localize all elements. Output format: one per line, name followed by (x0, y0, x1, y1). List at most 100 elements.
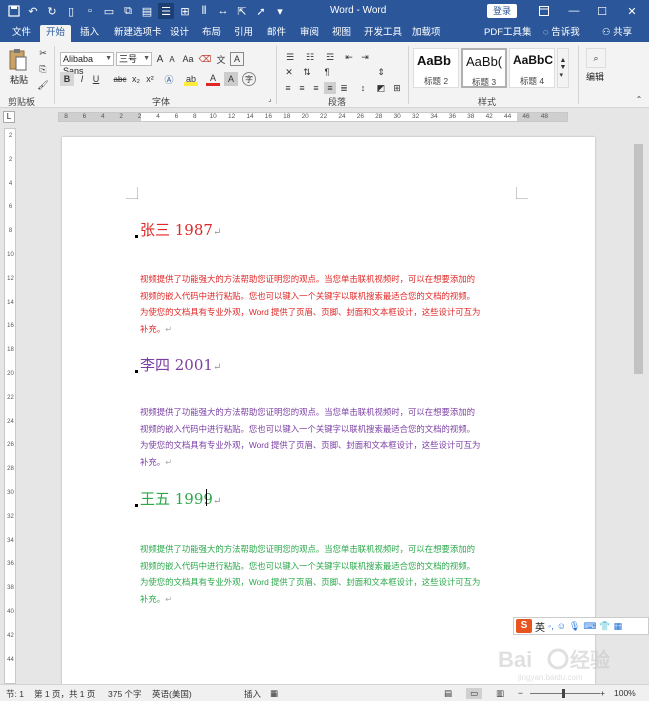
close-icon[interactable]: ✕ (618, 0, 646, 22)
tab-developer[interactable]: 开发工具 (358, 25, 408, 42)
shading-bucket-icon[interactable]: ◩ (374, 82, 388, 94)
char-border-icon[interactable]: A (230, 52, 244, 66)
tab-insert[interactable]: 插入 (74, 25, 105, 42)
font-name-combo[interactable]: Alibaba Sans ▼ (60, 52, 114, 76)
open-folder-icon[interactable]: ▭ (101, 3, 117, 19)
tab-addins[interactable]: 加载项 (406, 25, 447, 42)
cursor-icon[interactable]: ➚ (253, 3, 269, 19)
line-spacing-menu-icon[interactable]: ⇕ (374, 66, 388, 78)
tab-review[interactable]: 审阅 (294, 25, 325, 42)
minimize-icon[interactable]: — (560, 0, 588, 22)
heading-1[interactable]: 张三 1987↵ (140, 219, 221, 240)
paragraph-1[interactable]: 视频提供了功能强大的方法帮助您证明您的观点。当您单击联机视频时，可以在想要添加的… (140, 271, 520, 337)
word-count[interactable]: 375 个字 (108, 688, 142, 700)
heading-2[interactable]: 李四 2001↵ (140, 354, 221, 375)
sort-icon[interactable]: ⇅ (300, 66, 314, 78)
paragraph-2[interactable]: 视频提供了功能强大的方法帮助您证明您的观点。当您单击联机视频时，可以在想要添加的… (140, 404, 520, 470)
underline-button[interactable]: U (90, 72, 102, 86)
collapse-ribbon-icon[interactable]: ⌃ (634, 95, 644, 104)
show-marks-icon[interactable]: ¶ (320, 66, 334, 78)
dialog-launcher-icon[interactable]: ⌟ (266, 95, 274, 103)
keyboard-icon[interactable]: ⌨ (583, 621, 596, 632)
read-mode-icon[interactable]: ☰ (158, 3, 174, 19)
read-view-icon[interactable]: ▤ (444, 688, 452, 699)
new-document-icon[interactable]: ▫ (82, 3, 98, 19)
zoom-out-icon[interactable]: − (518, 688, 523, 698)
zoom-slider[interactable] (530, 693, 600, 694)
copy-format-icon[interactable]: ⎘ (36, 62, 50, 76)
ime-language[interactable]: 英 (535, 619, 545, 634)
insert-mode[interactable]: 插入 (244, 688, 261, 700)
copy-icon[interactable]: ⧉ (120, 3, 136, 19)
section-indicator[interactable]: 节: 1 (6, 688, 24, 700)
tab-new-tab[interactable]: 新建选项卡 (108, 25, 168, 42)
strikethrough-button[interactable]: abc (112, 72, 128, 86)
tab-references[interactable]: 引用 (228, 25, 259, 42)
print-layout-icon[interactable]: ▭ (466, 688, 483, 699)
language-indicator[interactable]: 英语(美国) (152, 688, 192, 700)
phonetic-guide-icon[interactable]: 文 (214, 52, 228, 66)
italic-button[interactable]: I (76, 72, 88, 86)
maximize-icon[interactable]: ☐ (588, 0, 616, 22)
style-heading-2[interactable]: AaBb 标题 2 (413, 48, 459, 88)
clear-format-icon[interactable]: ⌫ (198, 52, 212, 66)
select-icon[interactable]: ⇱ (234, 3, 250, 19)
customize-qat-icon[interactable]: ▾ (272, 3, 288, 19)
borders-icon[interactable]: ⊞ (390, 82, 404, 94)
increase-indent-icon[interactable]: ⇥ (358, 50, 372, 64)
cut-icon[interactable]: ✂ (36, 46, 50, 60)
highlight-button[interactable]: ab (184, 72, 198, 86)
ribbon-display-icon[interactable] (530, 0, 558, 22)
tab-pdf-tools[interactable]: PDF工具集 (478, 25, 538, 42)
font-color-button[interactable]: A (206, 72, 220, 86)
styles-scroll[interactable]: ▲ ▼ ▾ (557, 48, 569, 88)
decrease-indent-icon[interactable]: ⇤ (342, 50, 356, 64)
tab-home[interactable]: 开始 (40, 25, 72, 42)
columns-icon[interactable]: ⫴ (196, 3, 212, 19)
tell-me-button[interactable]: ◌ 告诉我 (537, 25, 586, 42)
microphone-icon[interactable]: 🎙 (569, 621, 580, 632)
tab-selector[interactable]: L (3, 111, 15, 123)
paste-button[interactable] (6, 46, 30, 74)
zoom-in-icon[interactable]: + (600, 688, 605, 698)
sogou-logo[interactable]: S (516, 619, 532, 633)
bullets-icon[interactable]: ☰ (282, 50, 298, 64)
zoom-slider-thumb[interactable] (562, 689, 565, 698)
tab-mailings[interactable]: 邮件 (261, 25, 292, 42)
tab-view[interactable]: 视图 (326, 25, 357, 42)
justify-icon[interactable]: ≡ (324, 82, 336, 94)
enclose-char-button[interactable]: 字 (242, 72, 256, 86)
redo-icon[interactable]: ↻ (44, 3, 60, 19)
align-center-icon[interactable]: ≡ (296, 82, 308, 94)
share-button[interactable]: ⚇ 共享 (596, 25, 638, 42)
shrink-font-button[interactable]: A (166, 52, 178, 66)
vertical-scrollbar[interactable] (630, 126, 648, 684)
width-icon[interactable]: ↔ (215, 3, 231, 19)
line-spacing-icon[interactable]: ↕ (356, 82, 370, 94)
format-painter-icon[interactable]: 🖌 (36, 78, 50, 92)
grow-font-button[interactable]: A (154, 52, 166, 66)
superscript-button[interactable]: x² (144, 72, 156, 86)
paragraph-3[interactable]: 视频提供了功能强大的方法帮助您证明您的观点。当您单击联机视频时，可以在想要添加的… (140, 541, 520, 607)
save-icon[interactable] (6, 3, 22, 19)
skin-icon[interactable]: 👕 (599, 621, 610, 632)
subscript-button[interactable]: x₂ (130, 72, 142, 86)
numbering-icon[interactable]: ☷ (302, 50, 318, 64)
paste-icon[interactable]: ▤ (139, 3, 155, 19)
tab-layout[interactable]: 布局 (196, 25, 227, 42)
zoom-level[interactable]: 100% (614, 688, 636, 698)
change-case-button[interactable]: Aa (180, 52, 196, 66)
undo-icon[interactable]: ↶ (25, 3, 41, 19)
multilevel-list-icon[interactable]: ☲ (322, 50, 338, 64)
page-indicator[interactable]: 第 1 页，共 1 页 (34, 688, 95, 700)
tab-design[interactable]: 设计 (164, 25, 195, 42)
punctuation-icon[interactable]: ◦, (548, 621, 554, 631)
print-preview-icon[interactable]: ▯ (63, 3, 79, 19)
bold-button[interactable]: B (60, 72, 74, 86)
document-page[interactable]: 张三 1987↵ 视频提供了功能强大的方法帮助您证明您的观点。当您单击联机视频时… (62, 137, 595, 685)
text-effects-icon[interactable]: Ⓐ (162, 72, 176, 86)
style-heading-4[interactable]: AaBbC 标题 4 (509, 48, 555, 88)
web-layout-icon[interactable]: ▥ (496, 688, 504, 699)
heading-3[interactable]: 王五 1999↵ (140, 488, 221, 509)
distributed-icon[interactable]: ≣ (338, 82, 350, 94)
